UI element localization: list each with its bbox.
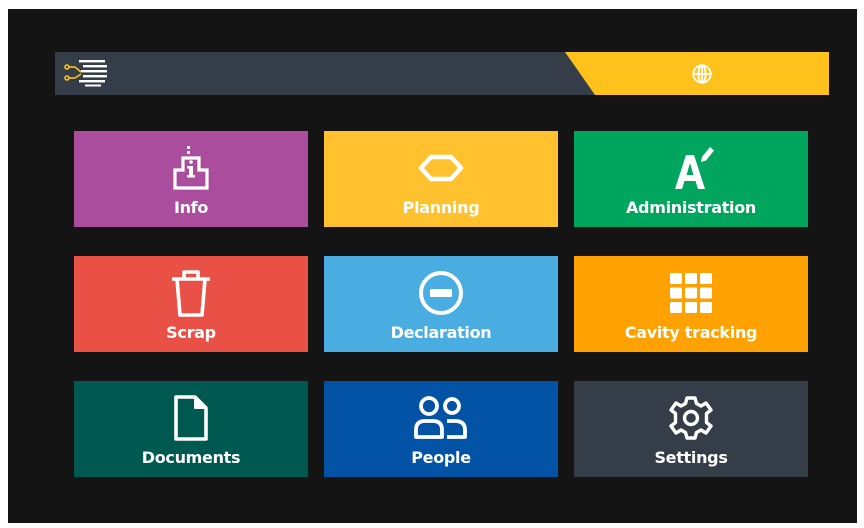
tile-scrap-label: Scrap bbox=[166, 323, 216, 342]
tile-cavity-tracking-label: Cavity tracking bbox=[624, 323, 758, 342]
globe-icon bbox=[692, 64, 712, 84]
gear-icon bbox=[574, 393, 808, 443]
tile-info-label: Info bbox=[173, 198, 209, 217]
tile-administration-label: Administration bbox=[625, 198, 757, 217]
tile-info[interactable]: Info bbox=[74, 131, 308, 227]
tile-declaration[interactable]: Declaration bbox=[324, 256, 558, 352]
tile-planning-label: Planning bbox=[402, 198, 480, 217]
tile-documents[interactable]: Documents bbox=[74, 381, 308, 477]
tile-settings-label: Settings bbox=[654, 448, 728, 467]
tile-people-label: People bbox=[411, 448, 471, 467]
info-kiosk-icon bbox=[74, 143, 308, 193]
tile-settings[interactable]: Settings bbox=[574, 381, 808, 477]
tile-administration[interactable]: Administration bbox=[574, 131, 808, 227]
circuit-logo-icon[interactable] bbox=[63, 58, 109, 88]
top-bar bbox=[55, 52, 829, 95]
tile-declaration-label: Declaration bbox=[390, 323, 492, 342]
tile-cavity-tracking[interactable]: Cavity tracking bbox=[574, 256, 808, 352]
people-icon bbox=[324, 393, 558, 443]
trash-icon bbox=[74, 268, 308, 318]
letter-a-pencil-icon bbox=[574, 143, 808, 193]
tile-people[interactable]: People bbox=[324, 381, 558, 477]
language-button[interactable] bbox=[686, 59, 718, 89]
app-screen: Info Planning Administration Scrap Decla… bbox=[8, 9, 857, 523]
document-icon bbox=[74, 393, 308, 443]
grid-icon bbox=[574, 268, 808, 318]
minus-circle-icon bbox=[324, 268, 558, 318]
tile-planning[interactable]: Planning bbox=[324, 131, 558, 227]
tile-documents-label: Documents bbox=[141, 448, 241, 467]
tile-scrap[interactable]: Scrap bbox=[74, 256, 308, 352]
hexagon-icon bbox=[324, 143, 558, 193]
